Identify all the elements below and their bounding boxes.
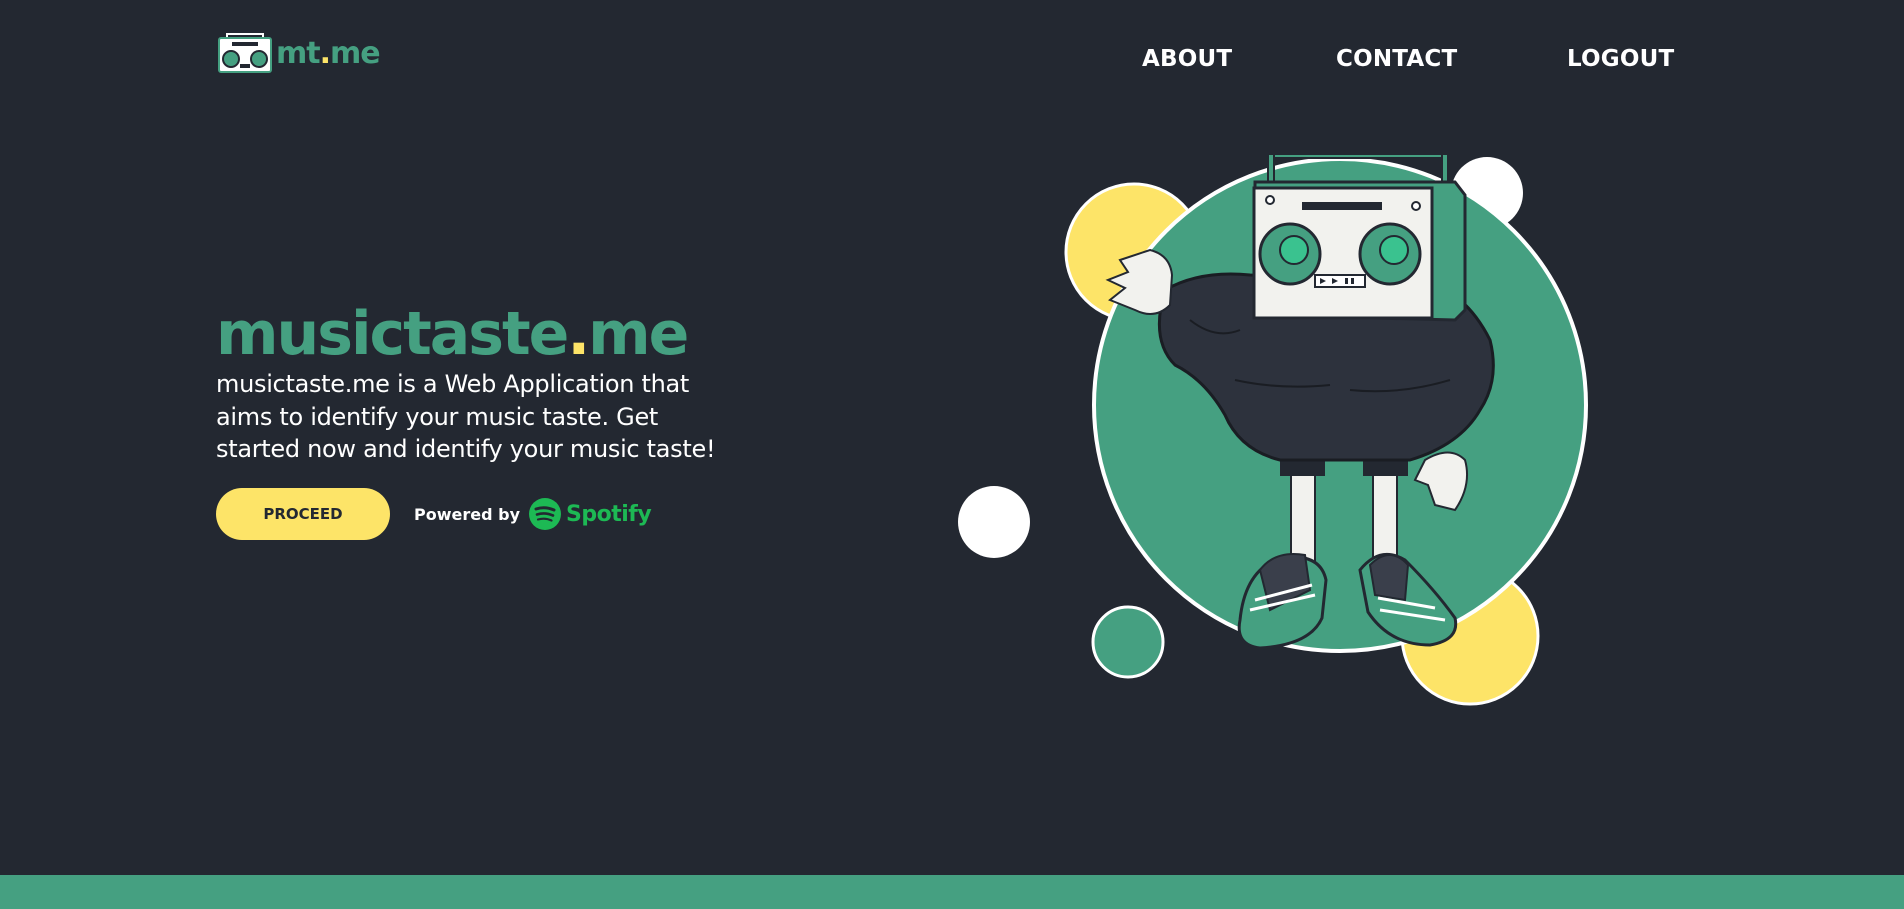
green-circle-small <box>1091 605 1165 679</box>
boombox-head-character-illustration <box>950 140 1600 720</box>
powered-by-spotify: Powered by Spotify <box>414 496 652 532</box>
white-circle-left <box>958 486 1030 558</box>
main-nav: ABOUT CONTACT LOGOUT <box>0 46 1904 76</box>
spotify-wordmark: Spotify <box>566 501 652 527</box>
nav-logout-link[interactable]: LOGOUT <box>1567 46 1674 72</box>
spotify-brand[interactable]: Spotify <box>528 497 652 531</box>
footer-bar <box>0 875 1904 909</box>
nav-contact-link[interactable]: CONTACT <box>1336 46 1457 72</box>
hero-description: musictaste.me is a Web Application that … <box>216 370 716 463</box>
spotify-icon <box>529 498 561 530</box>
proceed-button[interactable]: PROCEED <box>216 488 390 540</box>
nav-about-link[interactable]: ABOUT <box>1142 46 1232 72</box>
hero-title: musictaste.me <box>216 299 689 369</box>
powered-by-label: Powered by <box>414 504 520 524</box>
